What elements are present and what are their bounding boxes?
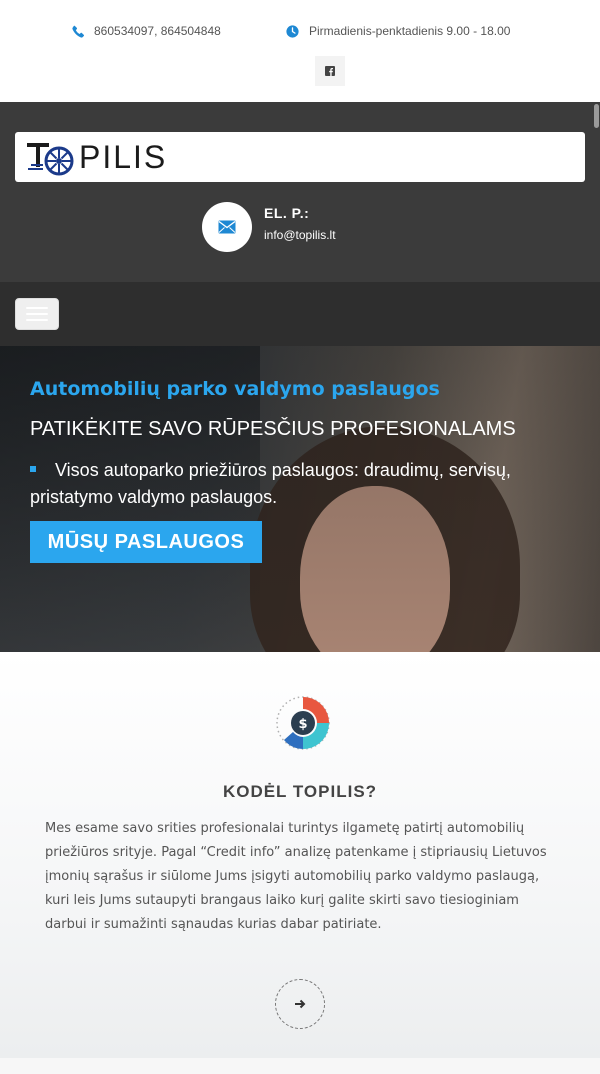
why-description: Mes esame savo srities profesionalai tur… xyxy=(45,821,547,932)
why-topilis-section: $ KODĖL TOPILIS? Mes esame savo srities … xyxy=(0,652,600,1058)
logo-container[interactable]: PILIS xyxy=(15,132,585,182)
logo-text: PILIS xyxy=(79,138,168,175)
site-logo[interactable]: PILIS xyxy=(25,138,167,176)
logo-wheel-icon xyxy=(27,143,74,176)
next-section-edge xyxy=(0,1058,600,1074)
hero-subtitle: PATIKĖKITE SAVO RŪPESČIUS PROFESIONALAMS xyxy=(30,418,516,440)
why-title: KODĖL TOPILIS? xyxy=(222,782,378,801)
phone-contact[interactable]: 860534097, 864504848 xyxy=(72,24,221,38)
bullet-marker xyxy=(30,466,36,473)
page-scrollbar[interactable] xyxy=(594,104,599,128)
svg-text:$: $ xyxy=(298,717,307,732)
arrow-right-icon xyxy=(295,999,306,1009)
phone-numbers[interactable]: 860534097, 864504848 xyxy=(94,24,221,38)
envelope-icon xyxy=(218,220,236,234)
email-link[interactable]: info@topilis.lt xyxy=(264,228,336,242)
clock-icon xyxy=(286,24,299,38)
menu-line xyxy=(26,319,48,321)
arrow-right-button[interactable] xyxy=(275,979,325,1029)
hero-banner: Automobilių parko valdymo paslaugos PATI… xyxy=(0,346,600,652)
site-header: PILIS EL. P.: info@topilis.lt xyxy=(0,102,600,282)
hero-title: Automobilių parko valdymo paslaugos xyxy=(30,378,440,400)
working-hours: Pirmadienis-penktadienis 9.00 - 18.00 xyxy=(286,24,510,38)
facebook-link[interactable] xyxy=(315,56,345,86)
phone-icon xyxy=(72,25,85,38)
services-button[interactable]: MŪSŲ PASLAUGOS xyxy=(30,521,262,563)
mail-icon-circle xyxy=(202,202,252,252)
navigation-bar xyxy=(0,282,600,346)
hero-bullet-content: Visos autoparko priežiūros paslaugos: dr… xyxy=(30,460,511,507)
contact-row: 860534097, 864504848 Pirmadienis-penktad… xyxy=(0,24,600,40)
menu-toggle-button[interactable] xyxy=(15,298,59,330)
menu-line xyxy=(26,307,48,309)
email-label: EL. P.: xyxy=(264,205,310,221)
hours-text: Pirmadienis-penktadienis 9.00 - 18.00 xyxy=(309,24,511,38)
hero-bullet-text: Visos autoparko priežiūros paslaugos: dr… xyxy=(30,457,570,511)
menu-line xyxy=(26,313,48,315)
facebook-icon xyxy=(325,66,335,76)
savings-chart-icon: $ xyxy=(276,696,330,750)
top-contact-bar: 860534097, 864504848 Pirmadienis-penktad… xyxy=(0,0,600,102)
